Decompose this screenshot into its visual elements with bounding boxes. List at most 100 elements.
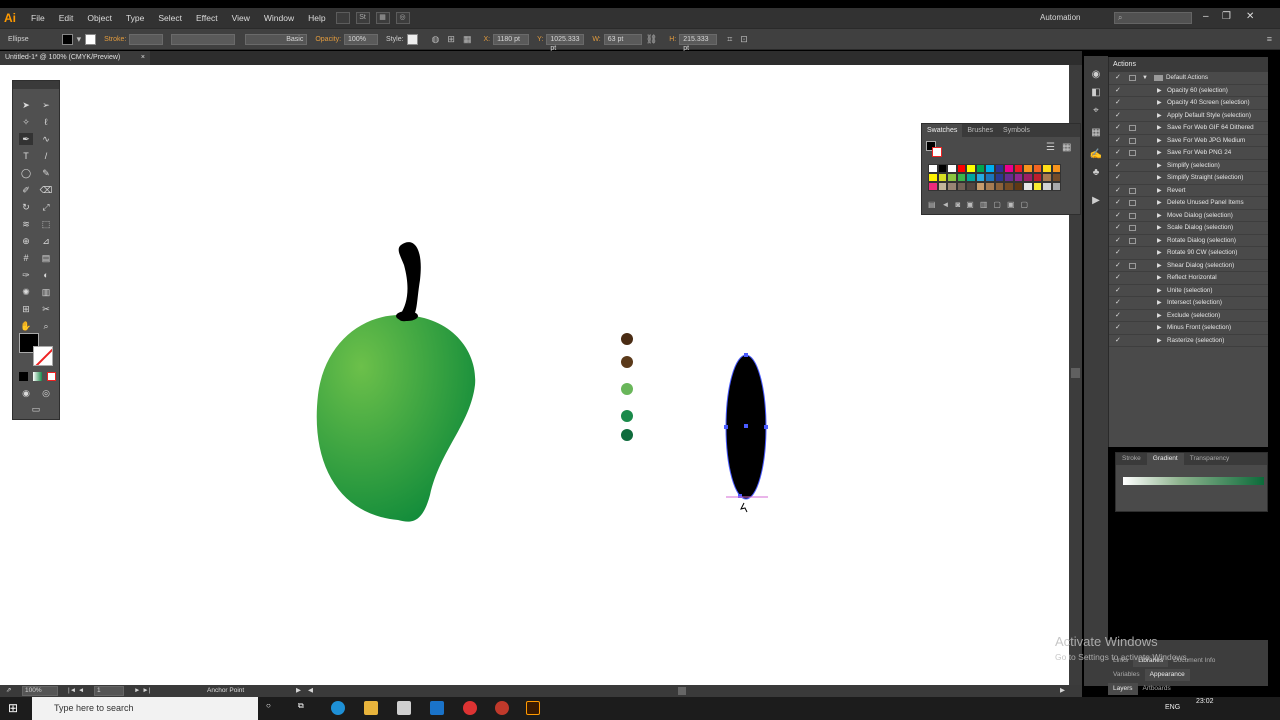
eraser-icon[interactable]: ⌫ bbox=[39, 184, 53, 196]
tab-variables[interactable]: Variables bbox=[1108, 669, 1145, 681]
dialog-toggle-icon[interactable] bbox=[1129, 200, 1136, 206]
close-tab-icon[interactable]: × bbox=[141, 51, 145, 65]
pen-tool-icon[interactable]: ✒ bbox=[19, 133, 33, 145]
rotate-tool-icon[interactable]: ↻ bbox=[19, 201, 33, 213]
expand-arrow-icon[interactable]: ▶ bbox=[1157, 297, 1162, 309]
gradient-preview-bar[interactable] bbox=[1123, 477, 1264, 485]
chrome-icon[interactable] bbox=[463, 701, 477, 715]
action-row[interactable]: ✓ ▶ Minus Front (selection) bbox=[1109, 322, 1268, 335]
expand-arrow-icon[interactable]: ▶ bbox=[1157, 185, 1162, 197]
swatch-cell[interactable] bbox=[975, 164, 985, 173]
swatch-cell[interactable] bbox=[1032, 164, 1042, 173]
list-view-icon[interactable]: ☰ bbox=[1046, 142, 1055, 153]
zoom-level-field[interactable]: 100% bbox=[22, 686, 58, 696]
swatch-cell[interactable] bbox=[1042, 173, 1052, 182]
file-explorer-icon[interactable] bbox=[364, 701, 378, 715]
store-icon[interactable] bbox=[397, 701, 411, 715]
action-row[interactable]: ✓ ▶ Simplify Straight (selection) bbox=[1109, 172, 1268, 185]
swatch-cell[interactable] bbox=[1013, 173, 1023, 182]
menu-type[interactable]: Type bbox=[119, 13, 151, 23]
expand-arrow-icon[interactable]: ▶ bbox=[1157, 197, 1162, 209]
scroll-right-icon[interactable]: ▶ bbox=[1060, 685, 1065, 697]
horizontal-scroll-thumb[interactable] bbox=[678, 687, 686, 695]
expand-arrow-icon[interactable]: ▶ bbox=[1157, 222, 1162, 234]
warp-tool-icon[interactable]: ≋ bbox=[19, 218, 33, 230]
draw-mode-icon[interactable]: ◉ bbox=[19, 387, 33, 399]
mango-stem[interactable] bbox=[398, 242, 421, 322]
swatch-cell[interactable] bbox=[1042, 164, 1052, 173]
color-guide-icon[interactable]: ◉ bbox=[1089, 68, 1103, 82]
graph-tool-icon[interactable]: ▥ bbox=[39, 286, 53, 298]
tab-layers[interactable]: Layers bbox=[1108, 683, 1138, 695]
check-icon[interactable]: ✓ bbox=[1115, 97, 1121, 109]
menu-select[interactable]: Select bbox=[151, 13, 189, 23]
brushes-icon[interactable]: ✍ bbox=[1089, 148, 1103, 162]
tab-symbols[interactable]: Symbols bbox=[998, 124, 1035, 137]
swatch-cell[interactable] bbox=[947, 173, 957, 182]
action-row[interactable]: ✓ ▶ Reflect Horizontal bbox=[1109, 272, 1268, 285]
dialog-toggle-icon[interactable] bbox=[1129, 262, 1136, 269]
check-icon[interactable]: ✓ bbox=[1115, 197, 1121, 209]
swatch-cell[interactable] bbox=[947, 182, 957, 191]
swatch-cell[interactable] bbox=[937, 164, 947, 173]
color-dot-5[interactable] bbox=[621, 429, 633, 441]
action-row[interactable]: ✓ ▶ Save For Web PNG 24 bbox=[1109, 147, 1268, 160]
check-icon[interactable]: ✓ bbox=[1115, 135, 1121, 147]
scroll-left-icon[interactable]: ◀ bbox=[308, 685, 313, 697]
check-icon[interactable]: ✓ bbox=[1115, 285, 1121, 297]
lasso-icon[interactable]: ℓ bbox=[39, 116, 53, 128]
color-icon[interactable]: ◧ bbox=[1089, 86, 1103, 100]
gpu-performance-icon[interactable]: ◎ bbox=[395, 12, 410, 24]
check-icon[interactable]: ✓ bbox=[1115, 72, 1121, 84]
panel-menu-icon[interactable]: ≡ bbox=[1267, 34, 1272, 44]
swatch-cell[interactable] bbox=[985, 182, 995, 191]
swatch-cell[interactable] bbox=[1004, 182, 1014, 191]
expand-arrow-icon[interactable]: ▶ bbox=[1157, 147, 1162, 159]
menu-file[interactable]: File bbox=[24, 13, 52, 23]
check-icon[interactable]: ✓ bbox=[1115, 260, 1121, 272]
stroke-label[interactable]: Stroke: bbox=[104, 36, 126, 43]
direct-selection-tool-icon[interactable]: ➢ bbox=[39, 99, 53, 111]
stock-icon[interactable]: St bbox=[355, 12, 370, 24]
perspective-grid-icon[interactable]: ⊿ bbox=[39, 235, 53, 247]
expand-arrow-icon[interactable]: ▶ bbox=[1157, 135, 1162, 147]
action-row[interactable]: ✓ ▶ Apply Default Style (selection) bbox=[1109, 110, 1268, 122]
mail-icon[interactable] bbox=[430, 701, 444, 715]
free-transform-icon[interactable]: ⬚ bbox=[39, 218, 53, 230]
expand-arrow-icon[interactable]: ▶ bbox=[1157, 285, 1162, 297]
gradient-mode-icon[interactable] bbox=[33, 372, 42, 381]
eyedropper-icon[interactable]: ✑ bbox=[19, 269, 33, 281]
illustrator-taskbar-icon[interactable] bbox=[526, 701, 540, 715]
align-icon[interactable]: ⊞ bbox=[447, 34, 455, 45]
swatch-cell[interactable] bbox=[994, 173, 1004, 182]
link-icon[interactable]: ⛓ bbox=[646, 34, 657, 45]
navigator-icon[interactable]: ⌖ bbox=[1089, 104, 1103, 118]
taskbar-clock[interactable]: 23:02 bbox=[1196, 698, 1214, 705]
none-mode-icon[interactable] bbox=[47, 372, 56, 381]
check-icon[interactable]: ✓ bbox=[1115, 247, 1121, 259]
draw-inside-icon[interactable]: ◎ bbox=[39, 387, 53, 399]
hand-tool-icon[interactable]: ✋ bbox=[19, 320, 33, 332]
w-field[interactable]: 63 pt bbox=[603, 33, 642, 45]
dialog-toggle-icon[interactable] bbox=[1129, 225, 1136, 231]
minimize-icon[interactable]: – bbox=[1203, 11, 1209, 22]
swatch-cell[interactable] bbox=[928, 182, 938, 191]
restore-icon[interactable]: ❐ bbox=[1222, 11, 1231, 22]
check-icon[interactable]: ✓ bbox=[1115, 222, 1121, 234]
action-row[interactable]: ✓ ▶ Rasterize (selection) bbox=[1109, 335, 1268, 347]
symbols-icon[interactable]: ♣ bbox=[1089, 166, 1103, 180]
workspace-switcher[interactable]: Automation bbox=[1040, 13, 1080, 22]
edge-icon[interactable] bbox=[331, 701, 345, 715]
grid-view-icon[interactable]: ▦ bbox=[1062, 142, 1071, 153]
expand-arrow-icon[interactable]: ▶ bbox=[1157, 322, 1162, 334]
dialog-toggle-icon[interactable] bbox=[1129, 187, 1136, 194]
action-row[interactable]: ✓ ▶ Rotate 90 CW (selection) bbox=[1109, 247, 1268, 260]
swatch-cell[interactable] bbox=[956, 164, 966, 173]
y-field[interactable]: 1025.333 pt bbox=[546, 33, 585, 52]
color-dot-4[interactable] bbox=[621, 410, 633, 422]
swatch-cell[interactable] bbox=[928, 164, 938, 173]
line-tool-icon[interactable]: / bbox=[39, 150, 53, 162]
action-row[interactable]: ✓ ▶ Save For Web JPG Medium bbox=[1109, 135, 1268, 147]
expand-arrow-icon[interactable]: ▶ bbox=[1157, 110, 1162, 122]
task-view-icon[interactable]: ⧉ bbox=[298, 701, 312, 715]
